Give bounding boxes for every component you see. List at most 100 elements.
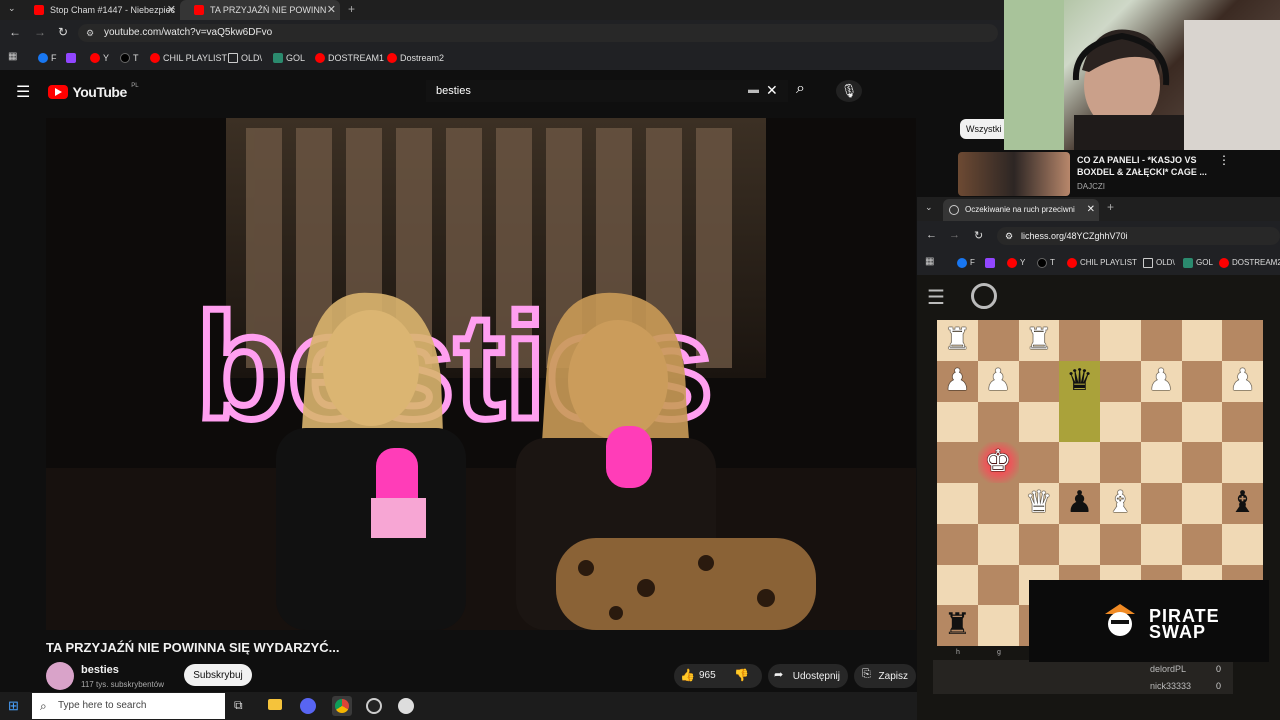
- tab-besties-video[interactable]: TA PRZYJAŹŃ NIE POWINN ✕: [180, 0, 340, 20]
- board-square[interactable]: ♟: [1140, 360, 1182, 402]
- board-square[interactable]: [937, 523, 978, 565]
- board-square[interactable]: [1018, 360, 1060, 402]
- bookmark-gol[interactable]: GOL: [273, 52, 305, 64]
- board-square[interactable]: [1100, 523, 1141, 565]
- bookmark-chil-playlist[interactable]: CHIL PLAYLIST: [1067, 257, 1137, 269]
- board-square[interactable]: [1140, 483, 1182, 524]
- lichess-logo-icon[interactable]: [971, 283, 997, 309]
- board-square[interactable]: [977, 564, 1019, 606]
- bookmark-youtube[interactable]: Y: [1007, 257, 1025, 269]
- board-square[interactable]: [1100, 360, 1141, 402]
- taskbar-search-input[interactable]: ⌕ Type here to search: [32, 693, 225, 719]
- more-options-icon[interactable]: ⋮: [1218, 153, 1230, 167]
- back-icon[interactable]: ←: [926, 229, 937, 241]
- task-view-icon[interactable]: ⧉: [234, 698, 243, 713]
- board-square[interactable]: [1018, 523, 1060, 565]
- board-square[interactable]: ♟: [937, 360, 978, 402]
- black-rook-piece[interactable]: ♜: [944, 607, 971, 642]
- bookmark-folder-old[interactable]: OLD\: [228, 52, 262, 64]
- board-square[interactable]: [1181, 320, 1223, 361]
- reload-icon[interactable]: ↻: [974, 229, 983, 242]
- board-square[interactable]: [1018, 442, 1060, 483]
- apps-grid-icon[interactable]: ▦: [925, 256, 934, 267]
- board-square[interactable]: [1181, 360, 1223, 402]
- bookmark-x[interactable]: T: [120, 52, 139, 64]
- board-square[interactable]: [1059, 320, 1100, 361]
- new-tab-icon[interactable]: +: [348, 2, 355, 16]
- search-input[interactable]: besties: [426, 80, 788, 102]
- white-queen-piece[interactable]: ♛: [1025, 485, 1052, 520]
- board-square[interactable]: [1059, 442, 1100, 483]
- player-name[interactable]: delordPL: [1150, 664, 1186, 674]
- board-square[interactable]: ♛: [1059, 360, 1100, 402]
- black-queen-piece[interactable]: ♛: [1066, 363, 1093, 398]
- board-square[interactable]: [1181, 483, 1223, 524]
- board-square[interactable]: [1100, 442, 1141, 483]
- file-explorer-icon[interactable]: [268, 699, 282, 710]
- board-square[interactable]: [1059, 523, 1100, 565]
- board-square[interactable]: [937, 442, 978, 483]
- forward-icon[interactable]: →: [949, 229, 960, 241]
- board-square[interactable]: [1181, 442, 1223, 483]
- board-square[interactable]: ♝: [1100, 483, 1141, 524]
- apps-grid-icon[interactable]: ▦: [8, 51, 17, 62]
- chrome-icon[interactable]: [335, 699, 349, 713]
- channel-name[interactable]: besties: [81, 664, 119, 676]
- keyboard-icon[interactable]: ▬: [748, 84, 759, 96]
- close-icon[interactable]: ✕: [1087, 199, 1095, 221]
- board-square[interactable]: [937, 564, 978, 606]
- board-square[interactable]: [1222, 523, 1263, 565]
- board-square[interactable]: ♜: [937, 605, 978, 646]
- bookmark-youtube[interactable]: Y: [90, 52, 109, 64]
- bookmark-facebook[interactable]: F: [957, 257, 975, 269]
- lichess-menu-icon[interactable]: ☰: [927, 285, 945, 310]
- bookmark-chil-playlist[interactable]: CHIL PLAYLIST: [150, 52, 227, 64]
- black-pawn-piece[interactable]: ♟: [1066, 485, 1093, 520]
- board-square[interactable]: [1181, 401, 1223, 443]
- filter-chip-all[interactable]: Wszystki: [960, 119, 1010, 139]
- white-rook-piece[interactable]: ♜: [944, 322, 971, 357]
- site-info-icon[interactable]: ⚙: [86, 24, 94, 42]
- board-square[interactable]: ♛: [1018, 483, 1060, 524]
- tab-menu-icon[interactable]: ⌄: [8, 3, 16, 14]
- site-info-icon[interactable]: ⚙: [1005, 227, 1013, 245]
- bookmark-dostream2[interactable]: Dostream2: [387, 52, 444, 64]
- video-player[interactable]: besties: [46, 118, 916, 630]
- windows-start-icon[interactable]: ⊞: [8, 698, 19, 714]
- obs-icon[interactable]: [366, 698, 382, 714]
- microphone-icon[interactable]: 🎙: [836, 80, 862, 102]
- bookmark-x[interactable]: T: [1037, 257, 1055, 269]
- search-icon[interactable]: ⌕: [796, 80, 805, 98]
- url-field[interactable]: ⚙ youtube.com/watch?v=vaQ5kw6DFvo: [78, 24, 998, 42]
- board-square[interactable]: [1222, 401, 1263, 443]
- bookmark-facebook[interactable]: F: [38, 52, 57, 64]
- board-square[interactable]: ♟: [977, 360, 1019, 402]
- forward-icon[interactable]: →: [34, 25, 46, 39]
- board-square[interactable]: [1222, 442, 1263, 483]
- tab-stop-cham[interactable]: Stop Cham #1447 - Niebezpiec ✕: [20, 0, 180, 20]
- board-square[interactable]: [977, 320, 1019, 361]
- tab-menu-icon[interactable]: ⌄: [925, 202, 933, 213]
- recommended-title[interactable]: CO ZA PANELI - *KASJO VS BOXDEL & ZAŁĘCK…: [1077, 154, 1207, 178]
- clear-search-icon[interactable]: ✕: [766, 82, 778, 99]
- youtube-logo[interactable]: YouTube PL: [48, 83, 139, 101]
- white-pawn-piece[interactable]: ♟: [944, 363, 971, 398]
- bookmark-dostream1[interactable]: DOSTREAM1: [315, 52, 384, 64]
- board-square[interactable]: [1222, 320, 1263, 361]
- board-square[interactable]: [977, 605, 1019, 646]
- player-name[interactable]: nick33333: [1150, 681, 1191, 691]
- reload-icon[interactable]: ↻: [58, 25, 68, 39]
- board-square[interactable]: [1100, 401, 1141, 443]
- white-pawn-piece[interactable]: ♟: [1148, 363, 1175, 398]
- board-square[interactable]: [937, 483, 978, 524]
- bookmark-twitch[interactable]: [66, 52, 79, 64]
- board-square[interactable]: ♜: [1018, 320, 1060, 361]
- board-square[interactable]: [1100, 320, 1141, 361]
- black-bishop-piece[interactable]: ♝: [1229, 485, 1256, 520]
- board-square[interactable]: [937, 401, 978, 443]
- new-tab-icon[interactable]: +: [1107, 200, 1114, 214]
- discord-icon[interactable]: [300, 698, 316, 714]
- save-button[interactable]: ⎘ Zapisz: [854, 664, 916, 688]
- back-icon[interactable]: ←: [9, 25, 21, 39]
- board-square[interactable]: ♟: [1222, 360, 1263, 402]
